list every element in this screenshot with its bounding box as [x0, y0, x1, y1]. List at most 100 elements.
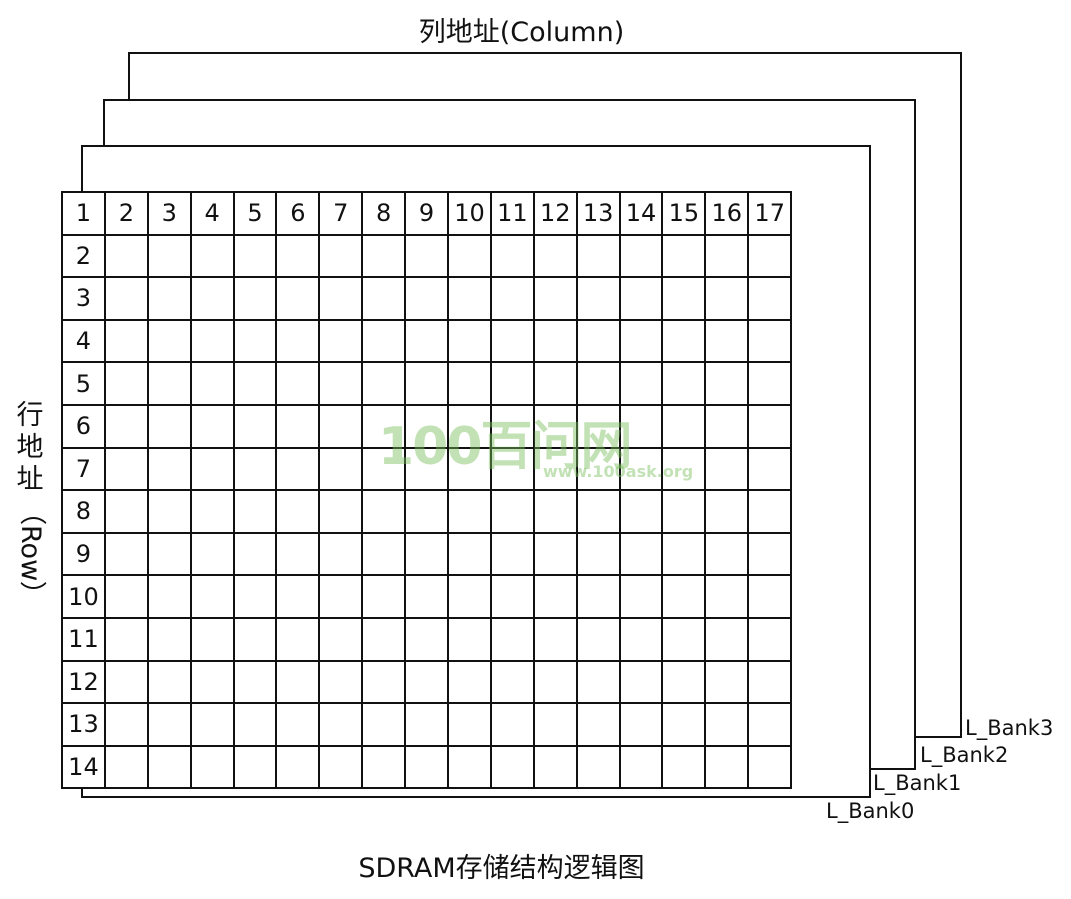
memory-cell: [275, 616, 321, 662]
memory-cell: [404, 489, 450, 534]
memory-cell: [275, 702, 321, 747]
memory-cell: [704, 361, 750, 406]
memory-cell: [318, 616, 364, 662]
memory-cell: [189, 276, 235, 321]
memory-cell: [189, 403, 235, 449]
grid-row: 12: [61, 659, 793, 705]
memory-cell: [575, 659, 621, 705]
grid-row: 13: [61, 702, 793, 747]
memory-cell: [447, 318, 492, 364]
memory-cell: [189, 744, 235, 790]
row-header-cell: 12: [61, 659, 106, 705]
memory-cell: [275, 446, 321, 492]
memory-cell: [489, 744, 535, 790]
column-header-cell: 1: [61, 191, 106, 236]
memory-cell: [489, 276, 535, 321]
memory-cell: [103, 702, 149, 747]
row-header-cell: 11: [61, 616, 106, 662]
memory-cell: [747, 403, 793, 449]
memory-cell: [189, 574, 235, 619]
memory-cell: [232, 616, 278, 662]
memory-cell: [704, 489, 750, 534]
memory-cell: [532, 659, 578, 705]
grid-row: 2: [61, 233, 793, 279]
column-header-cell: 3: [146, 191, 192, 236]
memory-cell: [704, 233, 750, 279]
memory-cell: [146, 233, 192, 279]
memory-cell: [318, 233, 364, 279]
memory-cell: [661, 702, 707, 747]
memory-cell: [447, 531, 492, 577]
memory-cell: [361, 489, 407, 534]
memory-cell: [232, 659, 278, 705]
memory-cell: [232, 403, 278, 449]
memory-cell: [489, 659, 535, 705]
memory-cell: [189, 659, 235, 705]
memory-cell: [447, 574, 492, 619]
memory-cell: [447, 744, 492, 790]
memory-cell: [318, 489, 364, 534]
memory-cell: [532, 616, 578, 662]
memory-cell: [489, 318, 535, 364]
memory-cell: [103, 489, 149, 534]
memory-cell: [489, 531, 535, 577]
memory-cell: [704, 744, 750, 790]
row-header-cell: 13: [61, 702, 106, 747]
memory-cell: [532, 276, 578, 321]
memory-cell: [618, 744, 664, 790]
memory-cell: [747, 574, 793, 619]
memory-cell: [447, 361, 492, 406]
memory-cell: [489, 361, 535, 406]
grid-row: 14: [61, 744, 793, 790]
memory-cell: [146, 574, 192, 619]
memory-cell: [275, 744, 321, 790]
memory-cell: [232, 276, 278, 321]
memory-cell: [532, 403, 578, 449]
memory-cell: [361, 574, 407, 619]
grid-row: 10: [61, 574, 793, 619]
memory-cell: [318, 361, 364, 406]
memory-cell: [189, 233, 235, 279]
memory-cell: [704, 276, 750, 321]
memory-cell: [661, 318, 707, 364]
memory-cell: [618, 361, 664, 406]
memory-cell: [361, 233, 407, 279]
column-header-cell: 8: [361, 191, 407, 236]
memory-cell: [489, 489, 535, 534]
memory-cell: [489, 403, 535, 449]
memory-cell: [404, 744, 450, 790]
memory-cell: [618, 489, 664, 534]
memory-cell: [232, 318, 278, 364]
bank-label-2: L_Bank2: [920, 743, 1009, 767]
memory-cell: [704, 403, 750, 449]
memory-cell: [146, 361, 192, 406]
row-header-cell: 5: [61, 361, 106, 406]
memory-cell: [361, 318, 407, 364]
column-address-title: 列地址(Column): [418, 17, 625, 48]
memory-cell: [575, 318, 621, 364]
column-header-cell: 13: [575, 191, 621, 236]
memory-cell: [447, 403, 492, 449]
memory-cell: [232, 489, 278, 534]
memory-cell: [661, 233, 707, 279]
memory-cell: [532, 702, 578, 747]
memory-cell: [361, 616, 407, 662]
memory-cell: [189, 446, 235, 492]
memory-cell: [361, 531, 407, 577]
bank-label-0: L_Bank0: [826, 799, 915, 823]
memory-cell: [575, 744, 621, 790]
memory-cell: [575, 403, 621, 449]
memory-cell: [747, 446, 793, 492]
memory-cell: [532, 489, 578, 534]
memory-cell: [275, 489, 321, 534]
row-address-label: 行 地 址 （Row）: [10, 400, 50, 616]
grid-row: 9: [61, 531, 793, 577]
memory-cell: [146, 489, 192, 534]
grid-row: 7: [61, 446, 793, 492]
memory-cell: [318, 574, 364, 619]
memory-cell: [704, 318, 750, 364]
column-header-cell: 7: [318, 191, 364, 236]
memory-cell: [618, 574, 664, 619]
memory-cell: [747, 531, 793, 577]
column-header-cell: 16: [704, 191, 750, 236]
